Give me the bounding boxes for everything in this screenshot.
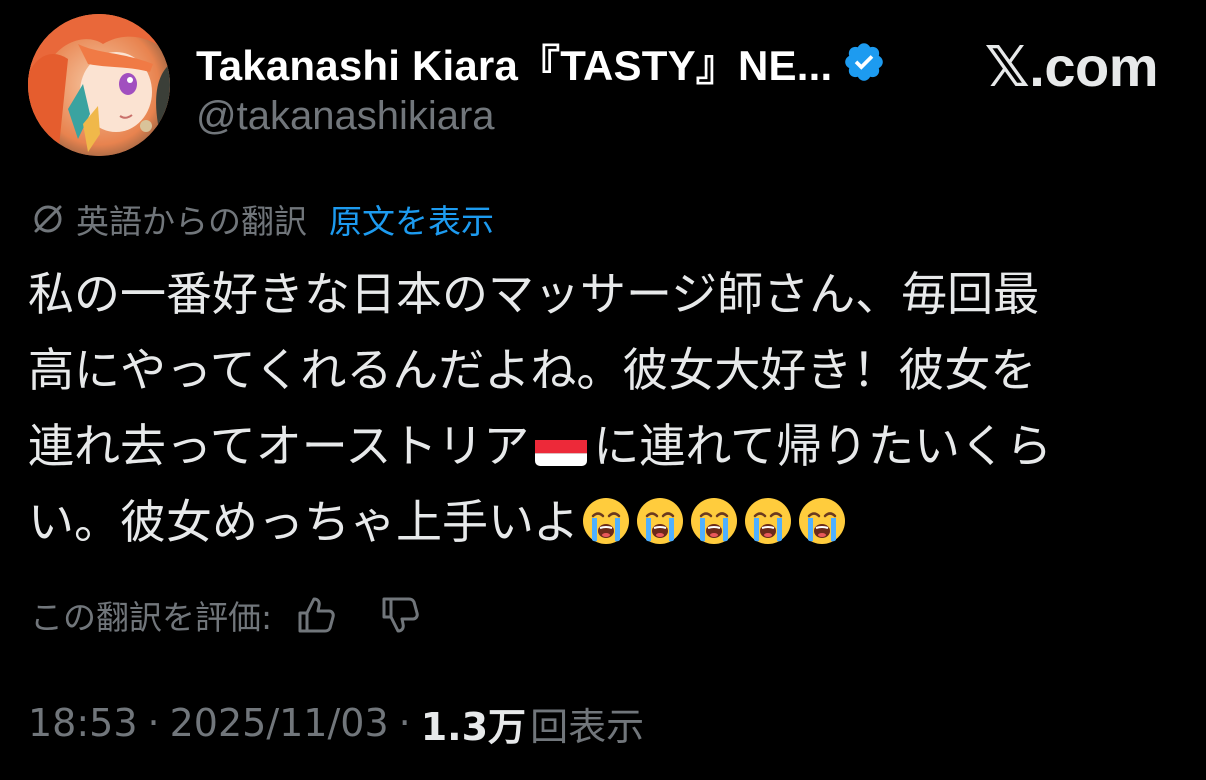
display-name[interactable]: Takanashi Kiara『TASTY』NE... [196,32,832,93]
views-label: 回表示 [530,704,645,749]
tweet-line-text: 高にやってくれるんだよね。彼女大好き！彼女を [28,343,1037,397]
loudly-crying-face-icon [797,492,847,544]
views-count[interactable]: 1.3万 [421,696,526,751]
translated-from-label: 英語からの翻訳 [76,202,307,241]
loudly-crying-face-icon [743,492,793,544]
austria-flag-icon [535,426,588,466]
tweet-line-text: 連れ去ってオーストリア [28,419,530,473]
tweet-line-text: い。彼女めっちゃ上手いよ [28,495,580,549]
name-row: Takanashi Kiara『TASTY』NE... [196,32,886,92]
verified-badge-icon [842,40,886,84]
avatar-image [28,14,170,156]
tweet-meta: 18:53 · 2025/11/03 · 1.3万 回表示 [28,696,644,750]
tweet-line: 私の一番好きな日本のマッサージ師さん、毎回最 [28,256,1178,332]
meta-separator: · [147,701,160,745]
user-handle[interactable]: @takanashikiara [196,94,495,139]
tweet-line-text: 私の一番好きな日本のマッサージ師さん、毎回最 [28,267,1040,321]
show-original-link[interactable]: 原文を表示 [329,195,494,243]
tweet-time[interactable]: 18:53 [28,701,138,745]
loudly-crying-face-icon [581,492,631,544]
translate-icon [30,201,66,237]
tweet-header: Takanashi Kiara『TASTY』NE... @takanashiki… [28,14,1178,156]
tweet-line: い。彼女めっちゃ上手いよ [28,484,1178,560]
loudly-crying-face-icon [689,492,739,544]
translation-row: 英語からの翻訳 原文を表示 [30,194,494,244]
loudly-crying-face-icon [635,492,685,544]
emoji-group [579,495,849,549]
meta-separator: · [398,701,411,745]
thumbs-up-icon[interactable] [294,593,338,637]
rate-translation-row: この翻訳を評価: [30,588,422,642]
site-label: 𝕏.com [984,35,1159,98]
thumbs-down-icon[interactable] [378,593,422,637]
tweet-line: 連れ去ってオーストリア に連れて帰りたいくら [28,408,1178,484]
tweet-line: 高にやってくれるんだよね。彼女大好き！彼女を [28,332,1178,408]
rate-translation-label: この翻訳を評価: [30,598,273,637]
tweet-date[interactable]: 2025/11/03 [170,701,389,745]
tweet-text: 私の一番好きな日本のマッサージ師さん、毎回最 高にやってくれるんだよね。彼女大好… [28,256,1178,560]
tweet-line-text: に連れて帰りたいくら [593,419,1053,473]
avatar[interactable] [28,14,170,156]
tweet-screenshot: Takanashi Kiara『TASTY』NE... @takanashiki… [0,0,1206,780]
